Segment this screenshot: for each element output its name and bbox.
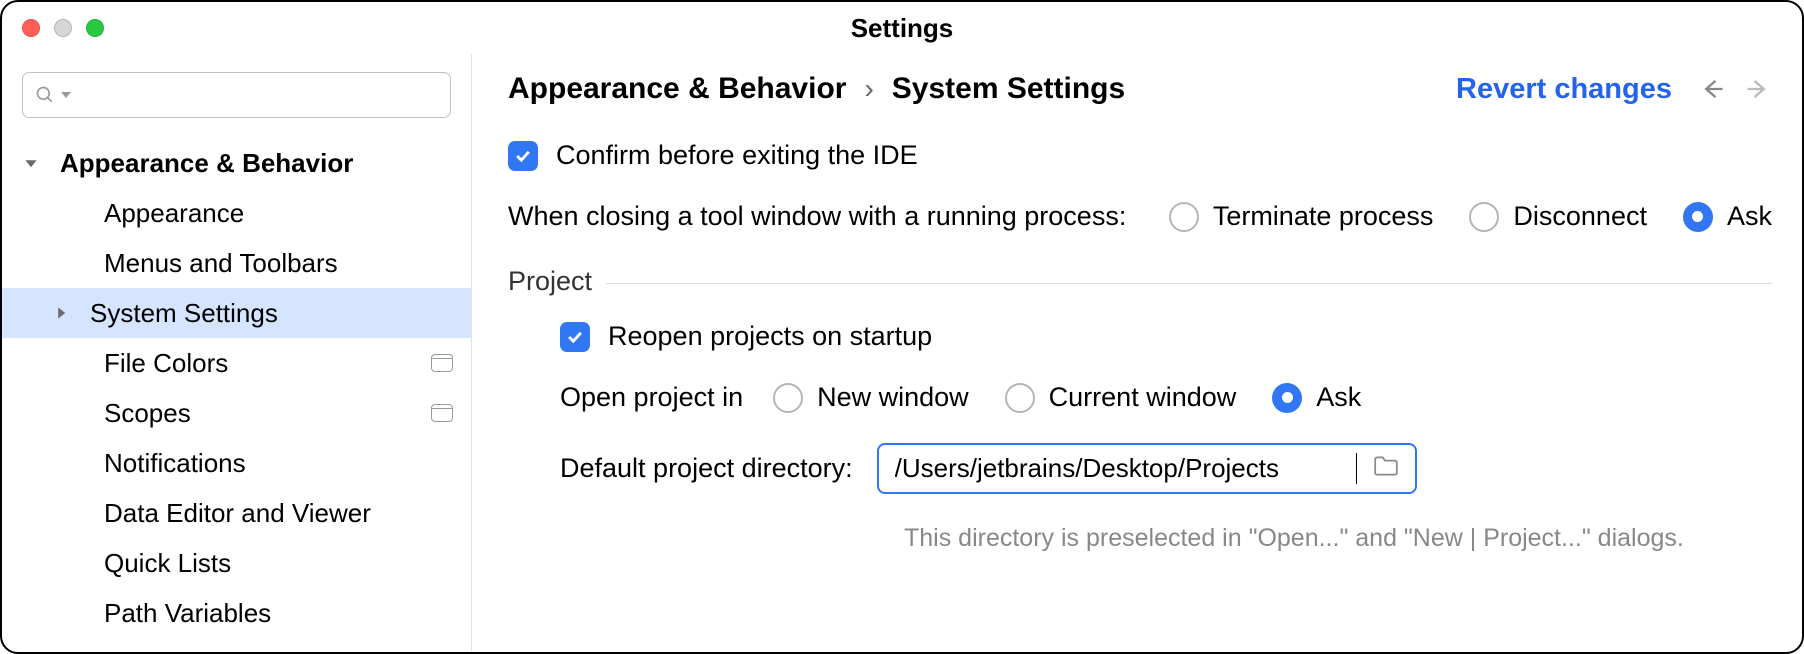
tree-item[interactable]: Scopes [2,388,471,438]
tree-item[interactable]: Appearance [2,188,471,238]
content-pane: Appearance & Behavior › System Settings … [472,54,1802,652]
tree-item-label: Menus and Toolbars [104,248,338,279]
tree-item-label: System Settings [90,298,278,329]
breadcrumb-separator: › [864,73,873,105]
window-title: Settings [2,13,1802,44]
project-section-title: Project [508,266,592,297]
default-dir-label: Default project directory: [560,453,853,484]
tree-item[interactable]: System Settings [2,288,471,338]
tree-item-label: Notifications [104,448,246,479]
tree-item[interactable]: Data Editor and Viewer [2,488,471,538]
tree-item[interactable]: File Colors [2,338,471,388]
closing-option-disconnect[interactable]: Disconnect [1469,201,1647,232]
titlebar: Settings [2,2,1802,54]
separator [606,283,1772,284]
tree-item[interactable]: Menus and Toolbars [2,238,471,288]
back-button[interactable] [1698,75,1726,103]
tree-item[interactable]: Path Variables [2,588,471,638]
open-in-current-window[interactable]: Current window [1005,382,1237,413]
tree-item-label: Path Variables [104,598,271,629]
close-window-button[interactable] [22,19,40,37]
tree-item[interactable]: Appearance & Behavior [2,138,471,188]
open-project-in-label: Open project in [560,382,743,413]
search-input[interactable] [22,72,451,118]
folder-icon[interactable] [1373,453,1399,484]
chevron-icon [2,156,60,170]
breadcrumb-current: System Settings [892,72,1125,106]
tree-item-label: Quick Lists [104,548,231,579]
closing-option-terminate[interactable]: Terminate process [1169,201,1434,232]
closing-tool-label: When closing a tool window with a runnin… [508,201,1126,232]
tree-item-label: File Colors [104,348,228,379]
breadcrumb-parent[interactable]: Appearance & Behavior [508,72,846,106]
default-dir-input[interactable]: /Users/jetbrains/Desktop/Projects [877,443,1417,494]
project-badge-icon [431,404,453,422]
open-in-ask[interactable]: Ask [1272,382,1361,413]
search-icon [35,85,55,105]
chevron-down-icon [61,90,71,100]
tree-item-label: Scopes [104,398,191,429]
tree-item-label: Data Editor and Viewer [104,498,371,529]
radio-icon [1683,202,1713,232]
confirm-exit-label: Confirm before exiting the IDE [556,140,918,171]
radio-icon [773,383,803,413]
radio-icon [1169,202,1199,232]
traffic-lights [22,19,104,37]
sidebar: Appearance & Behavior Appearance Menus and… [2,54,472,652]
zoom-window-button[interactable] [86,19,104,37]
radio-icon [1272,383,1302,413]
default-dir-hint: This directory is preselected in "Open..… [904,524,1772,553]
open-in-new-window[interactable]: New window [773,382,969,413]
tree-item[interactable]: Quick Lists [2,538,471,588]
tree-item-label: Appearance & Behavior [60,148,353,179]
radio-icon [1005,383,1035,413]
forward-button[interactable] [1744,75,1772,103]
confirm-exit-checkbox[interactable] [508,141,538,171]
project-badge-icon [431,354,453,372]
tree-item[interactable]: Notifications [2,438,471,488]
reopen-startup-checkbox[interactable] [560,322,590,352]
breadcrumb: Appearance & Behavior › System Settings [508,72,1125,106]
settings-tree: Appearance & Behavior Appearance Menus and… [2,132,471,652]
minimize-window-button[interactable] [54,19,72,37]
radio-icon [1469,202,1499,232]
reopen-startup-label: Reopen projects on startup [608,321,932,352]
chevron-icon [2,306,90,320]
closing-option-ask[interactable]: Ask [1683,201,1772,232]
tree-item-label: Appearance [104,198,244,229]
revert-changes-link[interactable]: Revert changes [1456,73,1672,106]
